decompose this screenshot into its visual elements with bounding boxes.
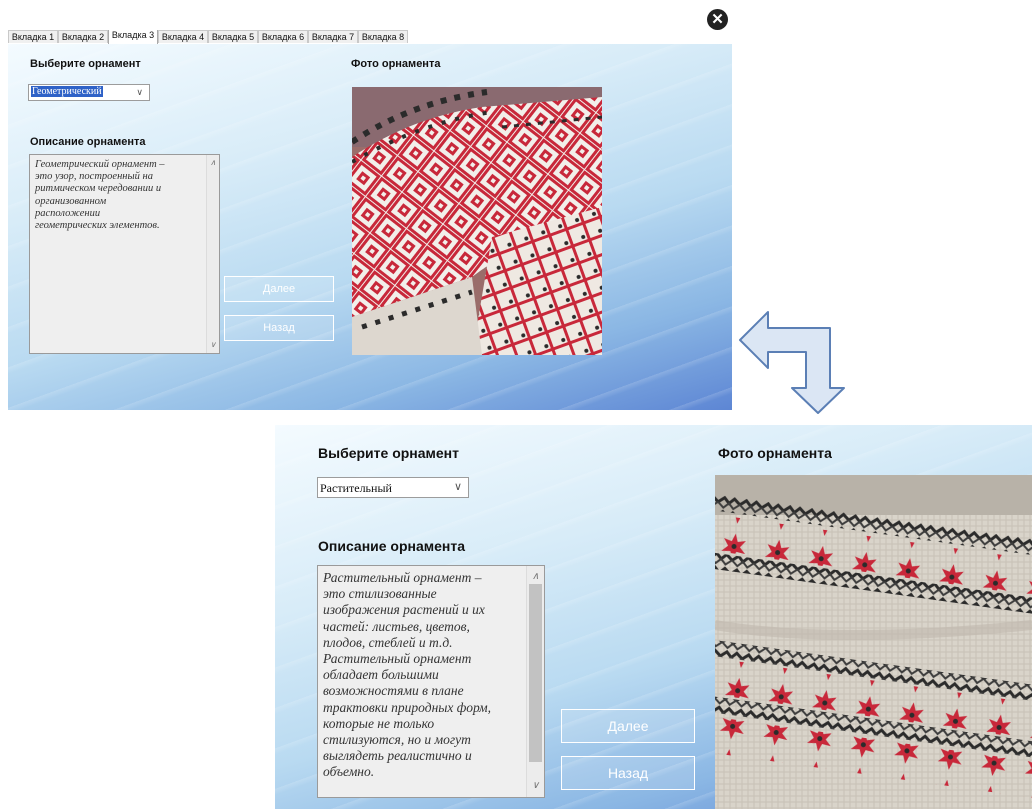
description-line: Растительный орнамент – [323, 570, 482, 585]
description-line: частей: листьев, цветов, [323, 618, 470, 634]
description-scrollbar[interactable]: ∧ ∨ [206, 155, 219, 353]
description-line: Геометрический орнамент – [35, 159, 165, 170]
ornament-select[interactable]: Геометрический ∨ [28, 84, 150, 101]
scroll-down-icon[interactable]: ∨ [207, 339, 219, 351]
chevron-down-icon: ∨ [136, 87, 143, 97]
description-line: геометрических элементов. [35, 220, 160, 232]
ornament-select-value: Растительный [320, 481, 392, 495]
description-textbox[interactable]: Растительный орнамент – это стилизованные… [317, 565, 545, 798]
description-line: ритмическом чередовании и [35, 183, 162, 195]
app-panel-geometric: Выберите орнамент Геометрический ∨ Описа… [8, 44, 732, 410]
description-line: плодов, стеблей и т.д. [323, 634, 453, 650]
description-line: стилизуются, но и могут [323, 732, 471, 748]
back-button[interactable]: Назад [561, 756, 695, 790]
next-button[interactable]: Далее [224, 276, 334, 302]
scroll-down-icon[interactable]: ∨ [527, 778, 544, 794]
tab-2[interactable]: Вкладка 2 [58, 30, 108, 43]
scroll-thumb[interactable] [529, 584, 542, 762]
description-line: выглядеть реалистично и [323, 748, 472, 764]
description-scrollbar[interactable]: ∧ ∨ [526, 566, 544, 797]
next-button[interactable]: Далее [561, 709, 695, 743]
tab-3[interactable]: Вкладка 3 [108, 30, 158, 44]
ornament-select[interactable]: Растительный ∨ [317, 477, 469, 498]
close-icon[interactable]: ✕ [707, 9, 728, 30]
description-line: трактовки природных форм, [323, 699, 492, 715]
description-line: обладает большими [323, 667, 439, 683]
select-ornament-label: Выберите орнамент [30, 58, 141, 70]
tab-5[interactable]: Вкладка 5 [208, 30, 258, 43]
app-panel-floral: Выберите орнамент Растительный ∨ Описани… [275, 425, 1032, 809]
photo-label: Фото орнамента [718, 445, 832, 461]
description-label: Описание орнамента [30, 136, 146, 148]
tab-7[interactable]: Вкладка 7 [308, 30, 358, 43]
scroll-up-icon[interactable]: ∧ [207, 157, 219, 169]
ornament-select-value: Геометрический [31, 86, 103, 97]
description-line: это узор, построенный на [35, 171, 153, 183]
description-line: расположении [35, 207, 101, 219]
select-ornament-label: Выберите орнамент [318, 445, 459, 461]
tab-4[interactable]: Вкладка 4 [158, 30, 208, 43]
ornament-photo-geometric [352, 87, 602, 355]
tab-1[interactable]: Вкладка 1 [8, 30, 58, 43]
description-line: которые не только [323, 715, 435, 731]
description-line: возможностями в плане [323, 683, 464, 699]
scroll-up-icon[interactable]: ∧ [527, 569, 544, 585]
transition-arrow-icon [739, 311, 845, 414]
chevron-down-icon: ∨ [453, 481, 462, 493]
ornament-photo-floral [715, 475, 1032, 809]
description-text: Геометрический орнамент – это узор, постр… [35, 159, 165, 232]
description-text: Растительный орнамент – это стилизованные… [323, 570, 491, 781]
description-line: изображения растений и их [323, 602, 485, 618]
description-line: Растительный орнамент [323, 651, 472, 667]
tab-8[interactable]: Вкладка 8 [358, 30, 408, 43]
photo-label: Фото орнамента [351, 58, 441, 70]
description-line: это стилизованные [323, 586, 437, 602]
back-button[interactable]: Назад [224, 315, 334, 341]
description-label: Описание орнамента [318, 538, 466, 554]
tab-6[interactable]: Вкладка 6 [258, 30, 308, 43]
description-line: организованном [35, 195, 107, 207]
tab-bar: Вкладка 1 Вкладка 2 Вкладка 3 Вкладка 4 … [8, 30, 732, 44]
description-line: объемно. [323, 764, 375, 780]
description-textbox[interactable]: Геометрический орнамент – это узор, постр… [29, 154, 220, 354]
